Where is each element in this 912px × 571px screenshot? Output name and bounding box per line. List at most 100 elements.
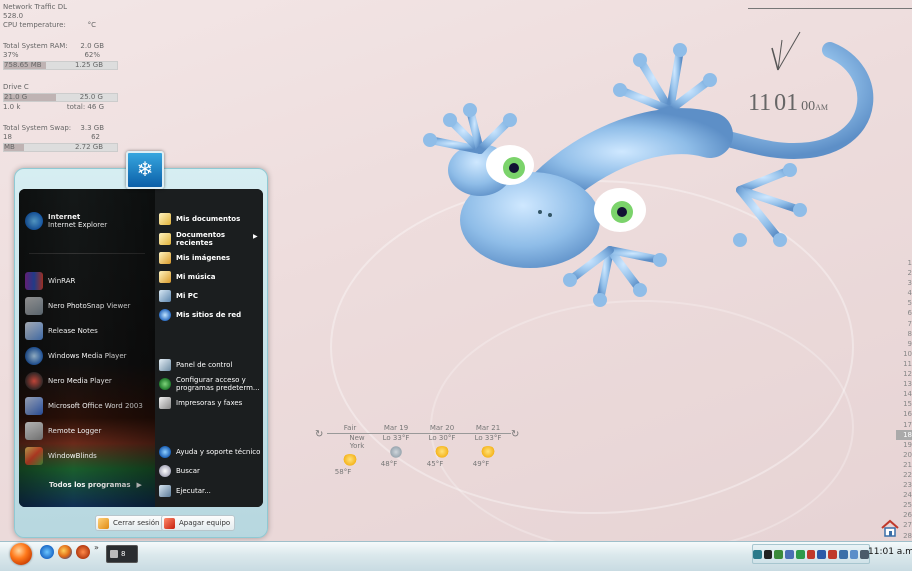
photosnap-icon [25, 297, 43, 315]
ram-total: 2.0 GB [80, 42, 104, 50]
control-panel-item[interactable]: Panel de control [159, 359, 232, 371]
taskbar-task-button[interactable]: 8 [106, 545, 138, 563]
word-icon [25, 397, 43, 415]
start-button[interactable] [10, 543, 32, 565]
calendar-day[interactable]: 16 [896, 409, 912, 419]
tray-security-icon[interactable] [817, 549, 827, 559]
firefox-quicklaunch-icon[interactable] [58, 545, 72, 559]
document-icon [25, 322, 43, 340]
calendar-day[interactable]: 1 [896, 258, 912, 268]
calendar-day[interactable]: 2 [896, 268, 912, 278]
tray-network-icon[interactable] [774, 549, 784, 559]
calendar-day-list: 1 2 3 4 5 6 7 8 9 10 11 12 13 14 15 16 17 18 19 20 21 22 23 24 2… [896, 258, 912, 541]
tray-antivirus-icon[interactable] [806, 549, 816, 559]
pinned-internet-explorer[interactable]: Internet Internet Explorer [25, 211, 107, 231]
weather-temp: 49°F [472, 460, 490, 468]
quicklaunch-overflow-icon[interactable]: » [94, 543, 99, 552]
tray-monitor-icon[interactable] [838, 549, 848, 559]
home-icon[interactable] [880, 519, 900, 537]
calendar-day[interactable]: 7 [896, 319, 912, 329]
all-programs-button[interactable]: Todos los programas ▶ [49, 481, 142, 489]
tray-app-icon[interactable] [828, 549, 837, 559]
tray-shield-icon[interactable] [785, 549, 794, 559]
remote-logger-icon [25, 422, 43, 440]
calendar-day[interactable]: 22 [896, 470, 912, 480]
run-item[interactable]: Ejecutar... [159, 485, 211, 497]
calendar-day[interactable]: 9 [896, 339, 912, 349]
drive-bar: 21.0 G 25.0 G [3, 93, 118, 102]
submenu-arrow-icon: ▶ [253, 233, 258, 240]
calendar-day[interactable]: 23 [896, 480, 912, 490]
program-defaults-item[interactable]: Configurar acceso y programas predeterm..… [159, 376, 260, 392]
system-monitor: Network Traffic DL 528.0 CPU temperature… [3, 3, 118, 153]
ram-pct-b: 62% [84, 51, 100, 59]
my-documents-item[interactable]: Mis documentos [159, 213, 240, 225]
program-nero-media-player[interactable]: Nero Media Player [25, 371, 112, 391]
logoff-button[interactable]: Cerrar sesión [95, 515, 165, 531]
weather-next-icon[interactable]: ↻ [511, 429, 519, 440]
start-menu-programs: Internet Internet Explorer WinRAR Nero Ph… [19, 189, 155, 507]
ie-quicklaunch-icon[interactable] [40, 545, 54, 559]
calendar-day[interactable]: 25 [896, 500, 912, 510]
program-windows-media-player[interactable]: Windows Media Player [25, 346, 127, 366]
calendar-day[interactable]: 6 [896, 308, 912, 318]
task-app-icon [110, 550, 118, 558]
calendar-day[interactable]: 17 [896, 420, 912, 430]
calendar-day[interactable]: 12 [896, 369, 912, 379]
start-menu-places: Mis documentos Documentos recientes ▶ Mis … [155, 189, 263, 507]
user-picture[interactable]: ❄ [126, 151, 164, 189]
tray-volume-icon[interactable] [795, 549, 805, 559]
drive-free: 25.0 G [79, 93, 103, 101]
calendar-day[interactable]: 24 [896, 490, 912, 500]
weather-widget: ↻ ↻ Fair New York 58°F Mar 19 Lo 33°F 48… [315, 422, 525, 482]
program-nero-photosnap[interactable]: Nero PhotoSnap Viewer [25, 296, 130, 316]
network-icon [159, 309, 171, 321]
program-remote-logger[interactable]: Remote Logger [25, 421, 101, 441]
ram-used: 758.65 MB [4, 61, 42, 69]
drive-label: Drive C [3, 83, 29, 91]
weather-col-0: Fair New York 58°F [327, 424, 373, 476]
item-label: Mis sitios de red [176, 311, 242, 319]
weather-top: Mar 21 [465, 424, 511, 434]
my-pictures-item[interactable]: Mis imágenes [159, 252, 230, 264]
tray-arrow-icon[interactable] [763, 549, 773, 559]
calendar-day[interactable]: 11 [896, 359, 912, 369]
calendar-day[interactable]: 4 [896, 288, 912, 298]
item-label: Buscar [176, 467, 200, 475]
folder-pictures-icon [159, 252, 171, 264]
swap-label: Total System Swap: [3, 124, 72, 132]
calendar-day[interactable]: 21 [896, 460, 912, 470]
calendar-day[interactable]: 20 [896, 450, 912, 460]
tray-chevron-icon[interactable] [753, 549, 762, 559]
shutdown-label: Apagar equipo [179, 519, 231, 527]
program-word-2003[interactable]: Microsoft Office Word 2003 [25, 396, 143, 416]
search-item[interactable]: Buscar [159, 465, 200, 477]
my-network-item[interactable]: Mis sitios de red [159, 309, 241, 321]
calendar-day[interactable]: 3 [896, 278, 912, 288]
calendar-day[interactable]: 8 [896, 329, 912, 339]
recent-documents-item[interactable]: Documentos recientes ▶ [159, 231, 258, 247]
my-music-item[interactable]: Mi música [159, 271, 216, 283]
program-winrar[interactable]: WinRAR [25, 271, 75, 291]
tray-display-icon[interactable] [849, 549, 859, 559]
rain-icon [388, 446, 404, 458]
calendar-day[interactable]: 10 [896, 349, 912, 359]
program-release-notes[interactable]: Release Notes [25, 321, 98, 341]
help-item[interactable]: Ayuda y soporte técnico [159, 446, 260, 458]
calendar-day[interactable]: 19 [896, 440, 912, 450]
weather-prev-icon[interactable]: ↻ [315, 429, 323, 440]
calendar-day[interactable]: 13 [896, 379, 912, 389]
calendar-day[interactable]: 15 [896, 399, 912, 409]
taskbar-clock[interactable]: 11:01 a.m. [868, 547, 912, 557]
weather-temp: 58°F [334, 468, 352, 476]
calendar-day[interactable]: 18 [896, 429, 912, 440]
top-right-frame [748, 8, 912, 9]
shutdown-button[interactable]: Apagar equipo [161, 515, 236, 531]
program-windowblinds[interactable]: WindowBlinds [25, 446, 97, 466]
task-label: 8 [121, 550, 126, 558]
calendar-day[interactable]: 14 [896, 389, 912, 399]
calendar-day[interactable]: 5 [896, 298, 912, 308]
my-computer-item[interactable]: Mi PC [159, 290, 198, 302]
media-quicklaunch-icon[interactable] [76, 545, 90, 559]
printers-item[interactable]: Impresoras y faxes [159, 397, 242, 409]
